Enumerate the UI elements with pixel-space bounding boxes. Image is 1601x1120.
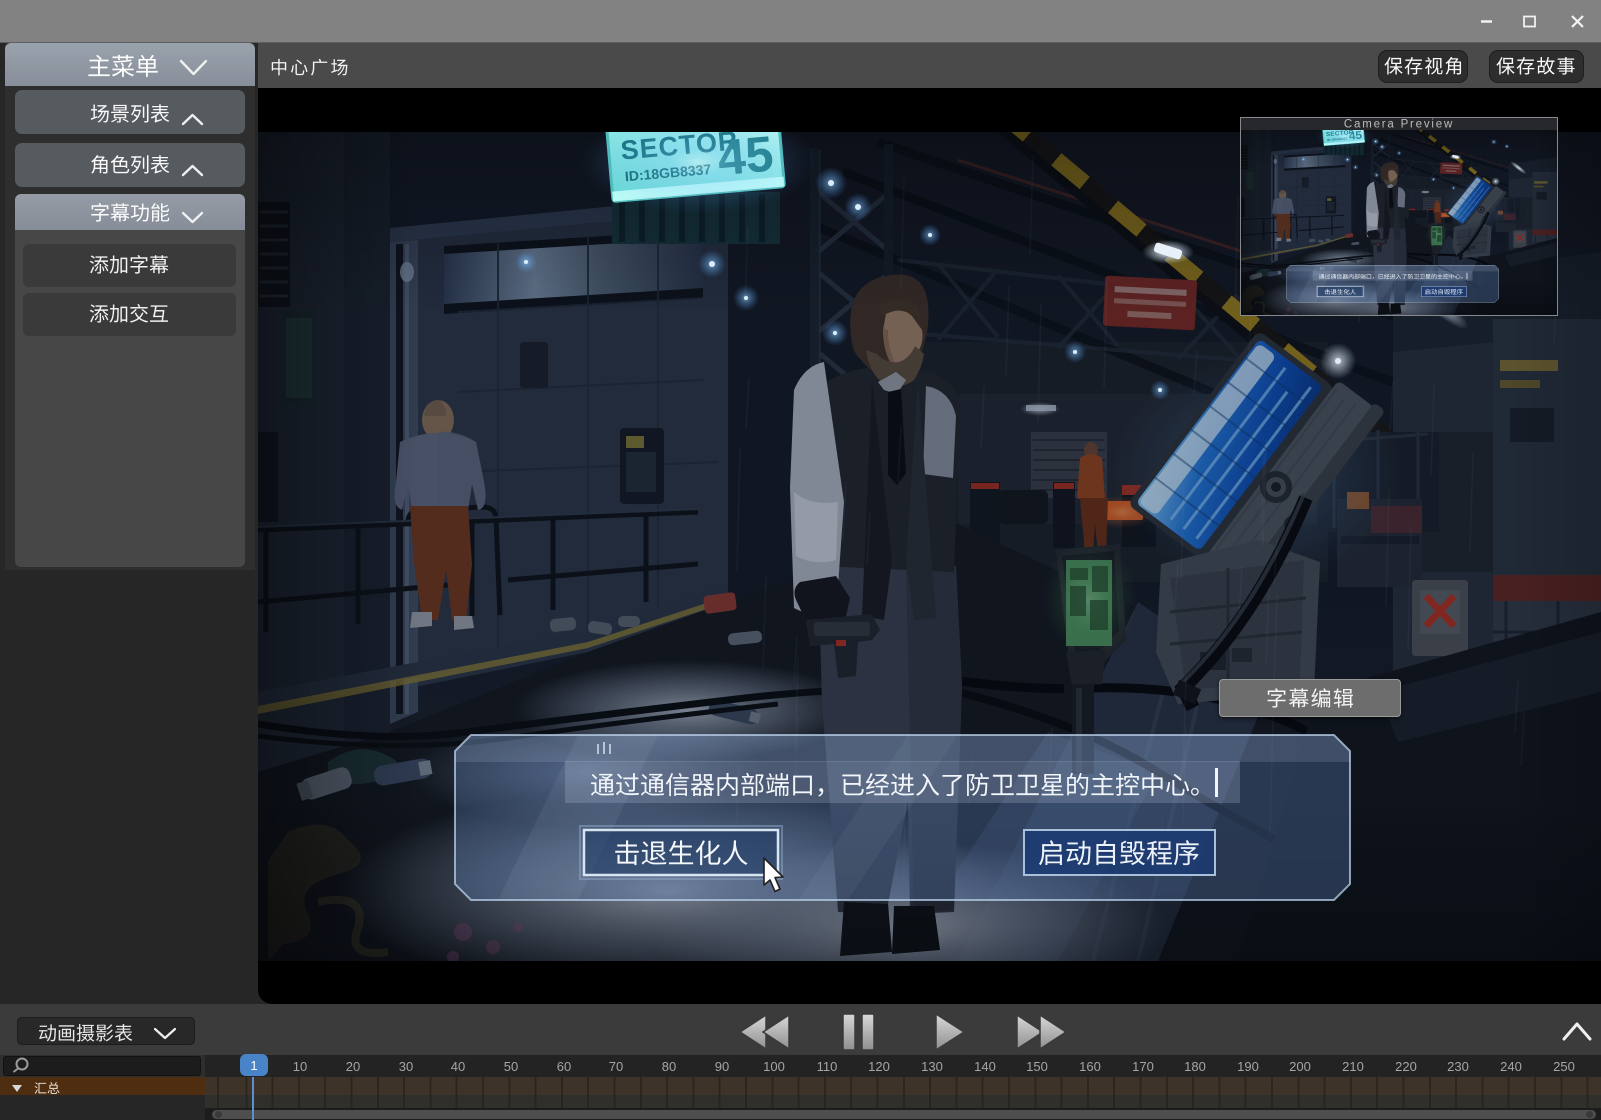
svg-text:Camera Preview: Camera Preview — [1344, 119, 1454, 131]
